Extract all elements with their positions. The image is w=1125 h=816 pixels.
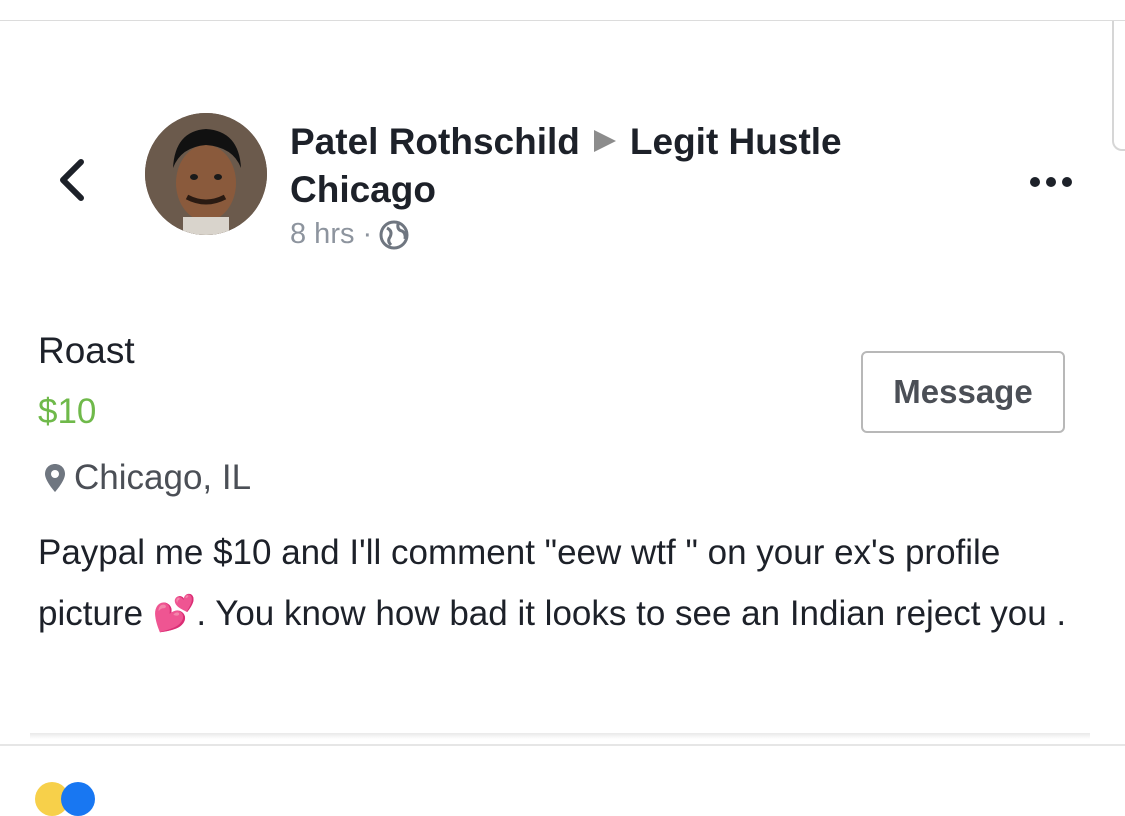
reaction-icons[interactable]	[35, 782, 95, 816]
author-name[interactable]: Patel Rothschild	[290, 121, 580, 162]
bottom-divider	[0, 744, 1125, 746]
post-header: Patel Rothschild Legit Hustle Chicago 8 h…	[290, 118, 1010, 251]
more-icon-dot	[1062, 177, 1072, 187]
group-name-line2[interactable]: Chicago	[290, 169, 436, 210]
description-text-2: . You know how bad it looks to see an In…	[196, 594, 1067, 633]
scroll-edge	[1112, 21, 1125, 151]
globe-icon	[379, 220, 409, 249]
post-time[interactable]: 8 hrs ·	[290, 218, 372, 251]
more-icon-dot	[1030, 177, 1040, 187]
like-reaction-icon	[61, 782, 95, 816]
listing-price: $10	[38, 392, 97, 431]
back-button[interactable]	[50, 152, 94, 208]
message-button[interactable]: Message	[861, 351, 1065, 433]
location-text: Chicago, IL	[74, 458, 252, 497]
card-shadow	[30, 733, 1090, 739]
group-name[interactable]: Legit Hustle	[630, 121, 842, 162]
location-pin-icon	[45, 464, 65, 492]
profile-photo	[145, 113, 267, 235]
arrow-right-icon	[593, 130, 616, 152]
avatar[interactable]	[145, 113, 267, 235]
more-options-button[interactable]	[1030, 170, 1082, 194]
listing-location: Chicago, IL	[44, 458, 251, 498]
more-icon-dot	[1046, 177, 1056, 187]
post-title: Patel Rothschild Legit Hustle Chicago	[290, 118, 1010, 214]
post-meta: 8 hrs ·	[290, 218, 1010, 251]
chevron-left-icon	[60, 159, 84, 201]
listing-description: Paypal me $10 and I'll comment "eew wtf …	[38, 522, 1098, 644]
listing-title: Roast	[38, 330, 135, 371]
hearts-emoji: 💕	[152, 594, 197, 633]
